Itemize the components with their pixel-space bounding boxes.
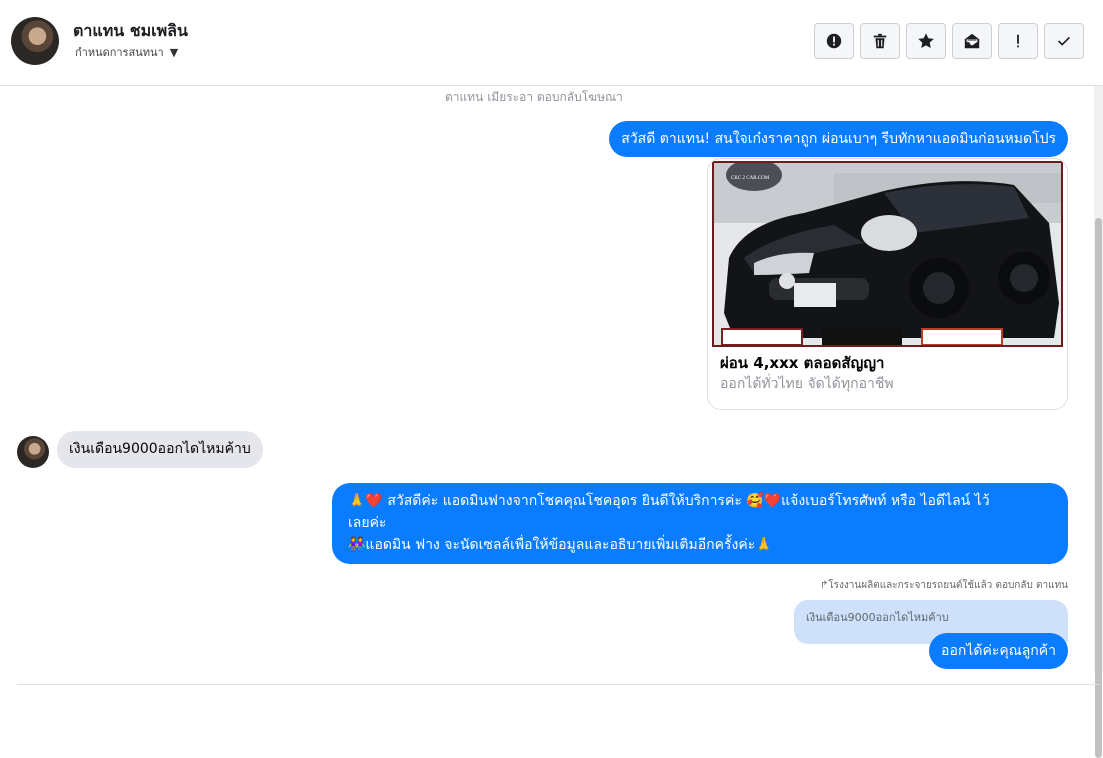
alert-circle-icon [826,33,842,49]
card-subtitle: ออกได้ทั่วไทย จัดได้ทุกอาชีพ [720,376,894,392]
message-line-3: 👭แอดมิน ฟาง จะนัดเซลล์เพื่อให้ข้อมูลและอ… [348,537,773,553]
sender-avatar[interactable] [17,436,49,468]
scrollbar-thumb[interactable] [1095,218,1102,758]
message-line-2: เลยค่ะ [348,515,387,531]
conversation-header: ตาแทน ชมเพลิน กำหนดการสนทนา ▼ [0,0,1103,86]
spam-button[interactable] [998,23,1038,59]
delete-button[interactable] [860,23,900,59]
trash-icon [873,33,887,49]
outgoing-message-greeting: สวัสดี ตาแทน! สนใจเก๋งราคาถูก ผ่อนเบาๆ ร… [609,121,1068,157]
conversation-settings-label: กำหนดการสนทนา [75,46,164,59]
caret-down-icon: ▼ [169,45,179,59]
card-title: ผ่อน 4,xxx ตลอดสัญญา [720,354,885,372]
contact-name[interactable]: ตาแทน ชมเพลิน [73,19,188,44]
envelope-open-icon [964,33,980,49]
car-photo [714,163,1061,345]
message-line-1: 🙏❤️ สวัสดีค่ะ แอดมินฟางจากโชคคุณโชคอุดร … [348,493,990,509]
incoming-message: เงินเดือน9000ออกไดไหมค้าบ [57,431,263,468]
check-icon [1058,36,1070,46]
outgoing-message-reply: ออกได้ค่ะคุณลูกค้า [929,633,1068,669]
conversation-toolbar [814,23,1084,59]
car-image[interactable]: CKC 2 CAR.COM [712,161,1063,347]
ad-card[interactable]: CKC 2 CAR.COM ผ่อน 4,xxx ตลอดสัญญา ออกได… [707,158,1068,410]
scrollbar-track[interactable] [1094,86,1103,758]
image-watermark: CKC 2 CAR.COM [731,176,770,181]
star-button[interactable] [906,23,946,59]
outgoing-message-long: 🙏❤️ สวัสดีค่ะ แอดมินฟางจากโชคคุณโชคอุดร … [332,483,1068,564]
conversation-settings-dropdown[interactable]: กำหนดการสนทนา ▼ [75,43,178,61]
exclamation-icon [1017,34,1019,48]
mark-unread-button[interactable] [952,23,992,59]
mark-done-button[interactable] [1044,23,1084,59]
reply-label: ↱โรงงานผลิตและกระจายรถยนต์ใช้แล้ว ตอบกลั… [819,580,1068,591]
star-icon [918,33,934,49]
contact-avatar[interactable] [11,17,59,65]
ad-reply-context: ตาแทน เมียระอา ตอบกลับโฆษณา [445,90,623,104]
report-button[interactable] [814,23,854,59]
